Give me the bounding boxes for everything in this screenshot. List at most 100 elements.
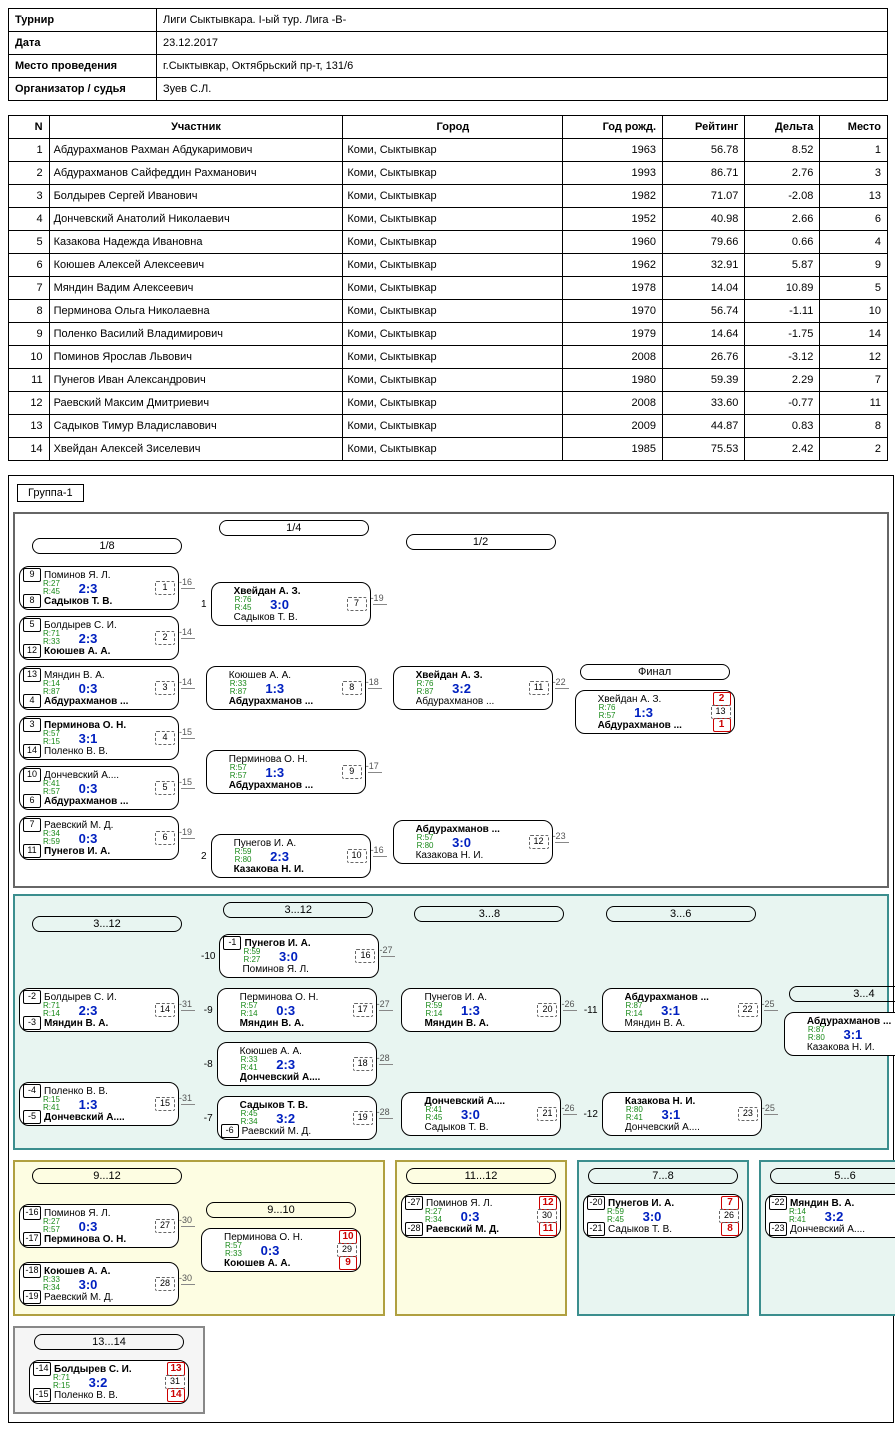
match-card: Хвейдан А. З. R:76R:453:07 Садыков Т. В. <box>211 582 371 626</box>
ratings: R:33R:41 <box>241 1056 258 1072</box>
match-card: Абдурахманов ... R:87R:143:122 Мяндин В.… <box>602 988 762 1032</box>
player-top: Хвейдан А. З. <box>234 586 367 597</box>
rl-312b: 3...12 <box>223 902 373 918</box>
p-n: 14 <box>9 438 50 461</box>
player-bot: Казакова Н. И. <box>807 1042 895 1053</box>
p-rt: 26.76 <box>663 346 745 369</box>
bracket-container: Группа-1 1/89Поминов Я. Л. R:27R:452:31 … <box>8 475 894 1423</box>
p-yr: 1960 <box>563 231 663 254</box>
rl-1314: 13...14 <box>34 1334 184 1350</box>
p-city: Коми, Сыктывкар <box>343 415 563 438</box>
ratings: R:45R:34 <box>241 1110 258 1126</box>
zone-consolation: 3...12-2Болдырев С. И. R:71R:142:314 -3М… <box>13 894 889 1150</box>
ph-yr: Год рожд. <box>563 116 663 139</box>
player-bot: Раевский М. Д. <box>242 1126 373 1137</box>
player-top: Поминов Я. Л. <box>44 570 175 581</box>
match-card: -22Мяндин В. А.5 R:14R:413:225 -23Дончев… <box>765 1194 895 1238</box>
ratings: R:33R:87 <box>230 680 247 696</box>
ratings: R:41R:57 <box>43 780 60 796</box>
ph-name: Участник <box>49 116 343 139</box>
ratings: R:59R:14 <box>425 1002 442 1018</box>
player-top: Болдырев С. И. <box>44 620 175 631</box>
player-top: Болдырев С. И. <box>44 992 175 1003</box>
p-name: Болдырев Сергей Иванович <box>49 185 343 208</box>
p-name: Дончевский Анатолий Николаевич <box>49 208 343 231</box>
player-bot: Пунегов И. А. <box>44 846 175 857</box>
match-num: 30 <box>537 1209 557 1223</box>
ratings: R:57R:15 <box>43 730 60 746</box>
rl-78: 7...8 <box>588 1168 738 1184</box>
rl-14: 1/4 <box>219 520 369 536</box>
score: 3:2 <box>769 1209 895 1224</box>
p-pl: 4 <box>820 231 888 254</box>
p-dl: 10.89 <box>745 277 820 300</box>
match-num: 12 <box>529 835 549 849</box>
match-card: Перминова О. Н. R:57R:571:39 Абдурахмано… <box>206 750 366 794</box>
match-num: 10 <box>347 849 367 863</box>
p-pl: 8 <box>820 415 888 438</box>
zone-7-8: 7...8-20Пунегов И. А.7 R:59R:453:026 -21… <box>577 1160 749 1316</box>
p-dl: 2.29 <box>745 369 820 392</box>
player-top: Коюшев А. А. <box>44 1266 175 1277</box>
seed-bot: 4 <box>23 694 41 708</box>
place-badge: 12 <box>539 1196 557 1210</box>
rl-12: 1/2 <box>406 534 556 550</box>
tournament-header: ТурнирЛиги Сыктывкара. I-ый тур. Лига -B… <box>8 8 888 101</box>
match-num: 13 <box>711 705 731 719</box>
ratings: R:27R:45 <box>43 580 60 596</box>
seed-bot: -21 <box>587 1222 605 1236</box>
connector: -14 <box>181 638 195 639</box>
ph-dl: Дельта <box>745 116 820 139</box>
table-row: 14 Хвейдан Алексей Зиселевич Коми, Сыкты… <box>9 438 888 461</box>
seed-bot: -23 <box>769 1222 787 1236</box>
p-rt: 79.66 <box>663 231 745 254</box>
match-inbound-label: 1 <box>201 599 207 610</box>
p-dl: -3.12 <box>745 346 820 369</box>
p-name: Поминов Ярослав Львович <box>49 346 343 369</box>
ratings: R:57R:33 <box>225 1242 242 1258</box>
p-rt: 59.39 <box>663 369 745 392</box>
p-n: 6 <box>9 254 50 277</box>
p-yr: 1993 <box>563 162 663 185</box>
player-top: Пунегов И. А. <box>244 938 375 949</box>
match-num: 11 <box>529 681 549 695</box>
match-num: 22 <box>738 1003 758 1017</box>
p-yr: 1985 <box>563 438 663 461</box>
p-pl: 1 <box>820 139 888 162</box>
player-bot: Абдурахманов ... <box>44 796 175 807</box>
match-card: 13Мяндин В. А. R:14R:870:33 4Абдурахмано… <box>19 666 179 710</box>
match-num: 9 <box>342 765 362 779</box>
match-num: 15 <box>155 1097 175 1111</box>
connector: -25 <box>764 1114 778 1115</box>
match-inbound-label: -7 <box>204 1113 213 1124</box>
zone-13-14: 13...14-14Болдырев С. И.13 R:71R:153:231… <box>13 1326 205 1414</box>
match-num: 5 <box>155 781 175 795</box>
connector: -23 <box>555 842 569 843</box>
p-yr: 1979 <box>563 323 663 346</box>
group-title: Группа-1 <box>17 484 84 502</box>
player-bot: Дончевский А.... <box>625 1122 758 1133</box>
table-row: 9 Поленко Василий Владимирович Коми, Сык… <box>9 323 888 346</box>
hdr-tourn-label: Турнир <box>9 9 157 32</box>
p-pl: 9 <box>820 254 888 277</box>
match-num: 31 <box>165 1375 185 1389</box>
match-card: Коюшев А. А. R:33R:871:38 Абдурахманов .… <box>206 666 366 710</box>
ratings: R:59R:80 <box>235 848 252 864</box>
ratings: R:59R:27 <box>243 948 260 964</box>
p-city: Коми, Сыктывкар <box>343 208 563 231</box>
match-card: 7Раевский М. Д. R:34R:590:36 11Пунегов И… <box>19 816 179 860</box>
match-card: 5Болдырев С. И. R:71R:332:32 12Коюшев А.… <box>19 616 179 660</box>
p-yr: 2008 <box>563 392 663 415</box>
p-city: Коми, Сыктывкар <box>343 392 563 415</box>
ph-pl: Место <box>820 116 888 139</box>
p-yr: 2008 <box>563 346 663 369</box>
place-badge: 1 <box>713 718 731 732</box>
match-inbound-label: -11 <box>584 1005 598 1016</box>
player-top: Абдурахманов ... <box>416 824 549 835</box>
match-num: 14 <box>155 1003 175 1017</box>
ratings: R:71R:33 <box>43 630 60 646</box>
p-n: 9 <box>9 323 50 346</box>
p-pl: 11 <box>820 392 888 415</box>
seed-bot: 14 <box>23 744 41 758</box>
ratings: R:57R:14 <box>241 1002 258 1018</box>
